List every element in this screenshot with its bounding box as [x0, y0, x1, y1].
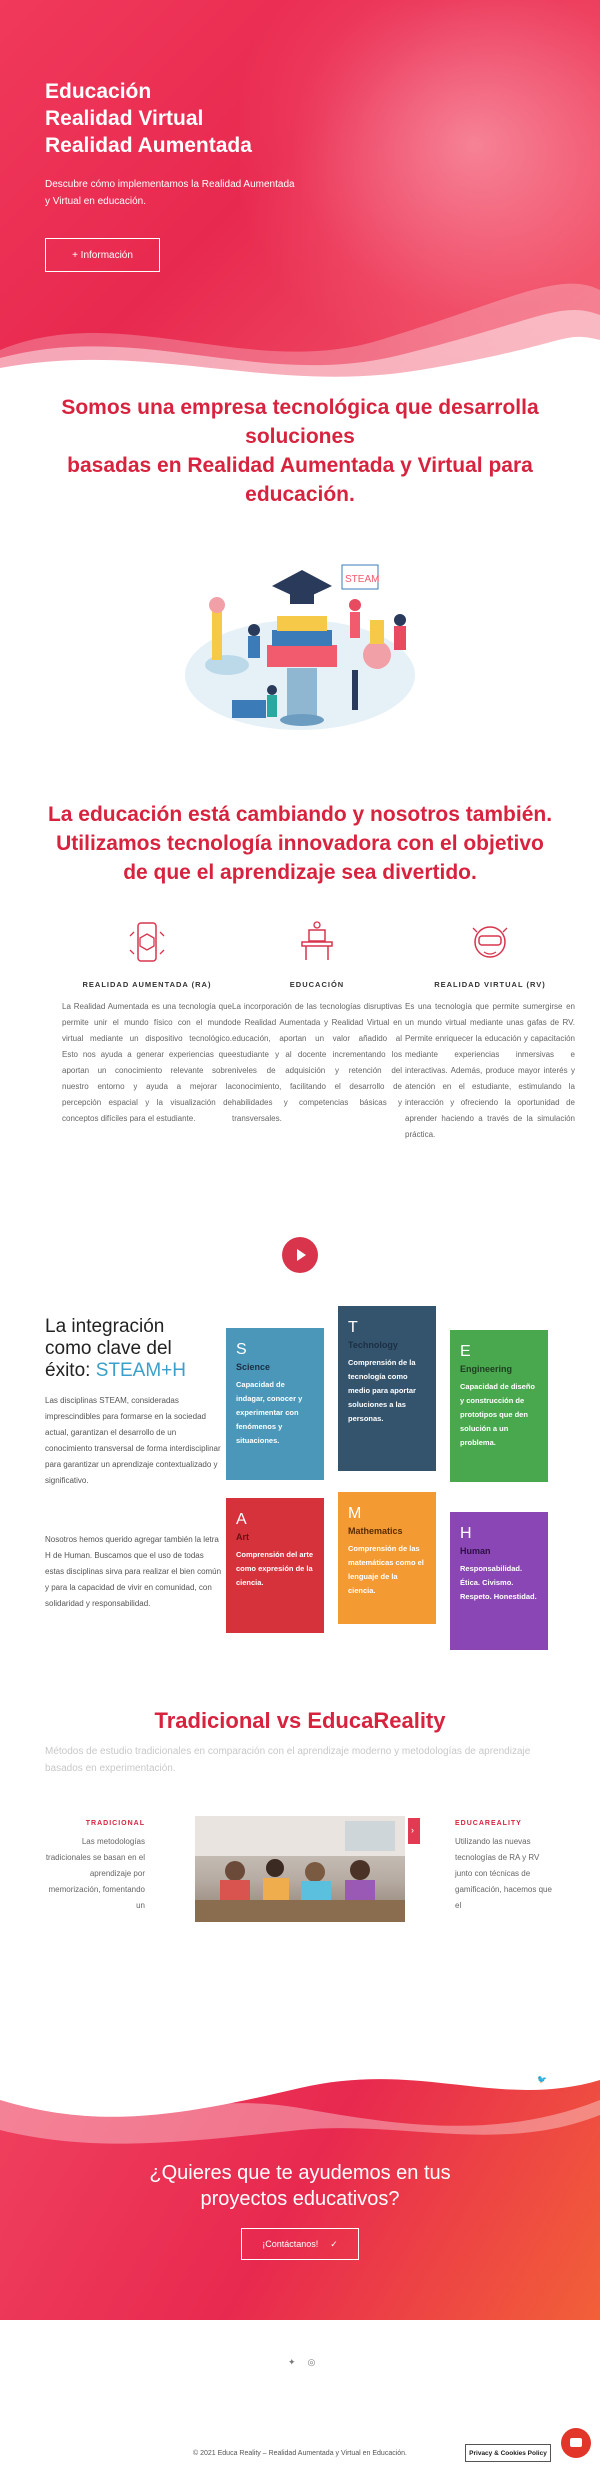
steam-heading-line: La integración — [45, 1316, 165, 1337]
steam-heading-line: éxito: — [45, 1360, 96, 1381]
steam-card-technology: T Technology Comprensión de la tecnologí… — [338, 1306, 436, 1471]
comparison-title: Tradicional vs EducaReality — [154, 1708, 446, 1733]
hero-banner: Educación Realidad Virtual Realidad Aume… — [0, 0, 600, 380]
instagram-icon[interactable]: ◎ — [555, 2075, 562, 2084]
card-letter: M — [348, 1505, 362, 1522]
steam-illustration: STEAM — [185, 564, 415, 730]
card-letter: S — [236, 1341, 247, 1358]
footer-social: 🐦 ◎ — [529, 2075, 562, 2084]
steam-word: STEAM+H — [95, 1360, 186, 1381]
feature-title: REALIDAD VIRTUAL (RV) — [434, 980, 546, 989]
card-text: Capacidad de diseño y construcción de pr… — [460, 1382, 536, 1447]
card-letter: T — [348, 1319, 358, 1336]
intro-heading-line: Somos una empresa tecnológica que desarr… — [61, 396, 539, 419]
steam-card-human: H Human Responsabilidad. Ética. Civismo.… — [450, 1512, 548, 1650]
card-name: Engineering — [460, 1364, 513, 1374]
card-text: Comprensión de las matemáticas como el l… — [348, 1544, 424, 1595]
feature-title: EDUCACIÓN — [289, 980, 345, 989]
chat-bubble-button[interactable] — [561, 2428, 591, 2458]
hero-title-line: Educación — [45, 80, 152, 103]
instagram-icon[interactable]: ◎ — [308, 2357, 316, 2367]
check-icon: ✓ — [330, 2238, 338, 2249]
carousel-next-button[interactable] — [408, 1818, 420, 1844]
steam-heading-line: como clave del — [45, 1338, 172, 1359]
hero-lead-line: Descubre cómo implementamos la Realidad … — [45, 179, 295, 190]
cookie-policy-button[interactable]: Privacy & Cookies Policy — [465, 2444, 551, 2462]
card-name: Human — [460, 1546, 491, 1556]
feature-ar: REALIDAD AUMENTADA (RA) La Realidad Aume… — [62, 920, 232, 1127]
play-video-button[interactable] — [282, 1237, 318, 1273]
card-name: Science — [236, 1362, 271, 1372]
intro-heading: Somos una empresa tecnológica que desarr… — [40, 393, 560, 509]
claim-heading: La educación está cambiando y nosotros t… — [40, 800, 560, 887]
hero-title-line: Realidad Virtual — [45, 107, 204, 130]
claim-heading-line: Utilizamos tecnología innovadora con el … — [56, 832, 544, 855]
educareality-title: EDUCAREALITY — [455, 1820, 522, 1827]
feature-title: REALIDAD AUMENTADA (RA) — [82, 980, 212, 989]
card-letter: H — [460, 1525, 472, 1542]
feature-text: La incorporación de las tecnologías disr… — [232, 1002, 402, 1123]
educareality-text: Utilizando las nuevas tecnologías de RA … — [455, 1837, 552, 1910]
phone-ar-icon — [129, 922, 165, 962]
card-text: Comprensión del arte como expresión de l… — [236, 1550, 314, 1587]
card-name: Mathematics — [348, 1526, 403, 1536]
steam-card-mathematics: M Mathematics Comprensión de las matemát… — [338, 1492, 436, 1624]
hero-title-line: Realidad Aumentada — [45, 134, 252, 157]
card-letter: A — [236, 1511, 247, 1528]
traditional-text: Las metodologías tradicionales se basan … — [45, 1837, 145, 1910]
desk-icon — [301, 921, 333, 960]
steam-card-art: A Art Comprensión del arte como expresió… — [226, 1498, 324, 1633]
card-text: Capacidad de indagar, conocer y experime… — [236, 1380, 303, 1445]
steam-heading: La integración como clave del éxito: STE… — [45, 1316, 225, 1382]
classroom-photo — [195, 1816, 405, 1922]
comparison-subtitle: Métodos de estudio tradicionales en comp… — [45, 1743, 555, 1777]
steam-card-engineering: E Engineering Capacidad de diseño y cons… — [450, 1330, 548, 1482]
steam-sign-label: STEAM — [345, 574, 379, 585]
educareality-column: EDUCAREALITY Utilizando las nuevas tecno… — [455, 1816, 555, 1914]
feature-vr: REALIDAD VIRTUAL (RV) Es una tecnología … — [405, 920, 575, 1143]
feature-education: EDUCACIÓN La incorporación de las tecnol… — [232, 920, 402, 1127]
card-name: Technology — [348, 1340, 398, 1350]
hero-lead-line: y Virtual en educación. — [45, 196, 146, 207]
footer-question-line: ¿Quieres que te ayudemos en tus — [149, 2162, 451, 2184]
card-text: Responsabilidad. Ética. Civismo. Respeto… — [460, 1564, 537, 1601]
traditional-title: TRADICIONAL — [85, 1820, 145, 1827]
claim-heading-line: de que el aprendizaje sea divertido. — [123, 861, 477, 884]
footer-cta: Tecnología y Educación Productos y Servi… — [0, 2060, 600, 2320]
card-letter: E — [460, 1343, 471, 1360]
steam-paragraph: Nosotros hemos querido agregar también l… — [45, 1535, 222, 1608]
feature-text: La Realidad Aumentada es una tecnología … — [62, 1002, 232, 1123]
footer-nav[interactable]: Tecnología y Educación Productos y Servi… — [200, 2076, 342, 2082]
hero-lead: Descubre cómo implementamos la Realidad … — [45, 176, 315, 210]
footer-question-line: proyectos educativos? — [200, 2188, 400, 2210]
contact-button[interactable]: ¡Contáctanos! ✓ — [241, 2228, 359, 2260]
footer-question: ¿Quieres que te ayudemos en tus proyecto… — [100, 2160, 500, 2212]
bottom-social: ✦ ◎ — [282, 2357, 321, 2368]
traditional-column: TRADICIONAL Las metodologías tradicional… — [45, 1816, 145, 1914]
intro-heading-line: soluciones — [245, 425, 355, 448]
intro-heading-line: educación. — [245, 483, 355, 506]
contact-label: ¡Contáctanos! — [262, 2239, 319, 2249]
intro-heading-line: basadas en Realidad Aumentada y Virtual … — [67, 454, 533, 477]
twitter-icon[interactable]: 🐦 — [537, 2075, 547, 2084]
feature-text: Es una tecnología que permite sumergirse… — [405, 1002, 575, 1139]
card-text: Comprensión de la tecnología como medio … — [348, 1358, 416, 1423]
comparison-subtitle-line: basados en experimentación. — [45, 1763, 176, 1774]
more-info-button[interactable]: + Información — [45, 238, 160, 272]
steam-card-science: S Science Capacidad de indagar, conocer … — [226, 1328, 324, 1480]
hero-title: Educación Realidad Virtual Realidad Aume… — [45, 78, 345, 159]
footer-wave — [0, 2060, 600, 2144]
claim-heading-line: La educación está cambiando y nosotros t… — [47, 803, 553, 826]
steam-paragraph: Las disciplinas STEAM, consideradas impr… — [45, 1396, 221, 1485]
comparison-subtitle-line: Métodos de estudio tradicionales en comp… — [45, 1746, 531, 1757]
twitter-icon[interactable]: ✦ — [288, 2357, 296, 2367]
card-name: Art — [236, 1532, 249, 1542]
vr-headset-icon — [472, 926, 508, 958]
